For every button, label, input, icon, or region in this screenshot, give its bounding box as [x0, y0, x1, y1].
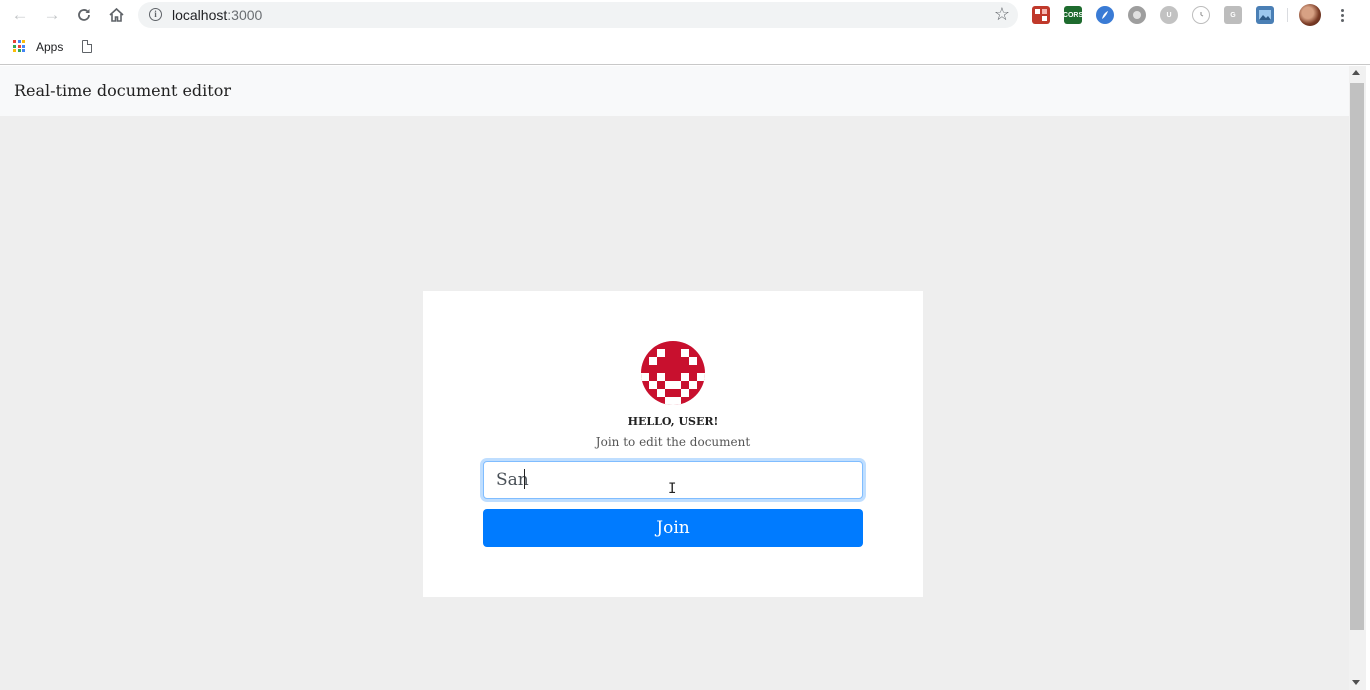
grid-extension-icon[interactable] — [1032, 6, 1050, 24]
timer-extension-icon[interactable] — [1192, 6, 1210, 24]
page-bookmark-icon[interactable] — [82, 40, 92, 53]
site-info-icon[interactable]: i — [149, 8, 162, 21]
toolbar-separator — [1287, 8, 1288, 22]
u-extension-icon[interactable]: U — [1160, 6, 1178, 24]
app-logo-icon — [641, 341, 705, 405]
scroll-up-arrow-icon[interactable] — [1352, 70, 1360, 75]
scrollbar-thumb[interactable] — [1350, 83, 1364, 630]
url-port: :3000 — [227, 7, 263, 23]
g-extension-icon[interactable]: G — [1224, 6, 1242, 24]
app-navbar: Real-time document editor — [0, 66, 1349, 116]
page-viewport: Real-time document editor HELLO, USER! J… — [0, 66, 1349, 690]
feather-extension-icon[interactable] — [1096, 6, 1114, 24]
text-caret — [524, 469, 525, 489]
u-extension-label: U — [1166, 11, 1172, 19]
apps-bookmark-label[interactable]: Apps — [36, 40, 63, 54]
text-cursor-icon: I — [668, 481, 677, 497]
apps-grid-icon[interactable] — [13, 40, 25, 52]
cors-extension-icon[interactable]: CORS — [1062, 6, 1084, 24]
navbar-brand[interactable]: Real-time document editor — [14, 81, 231, 100]
url-text: localhost:3000 — [172, 7, 262, 23]
join-button[interactable]: Join — [483, 509, 863, 547]
reload-icon[interactable] — [72, 4, 96, 26]
bookmark-star-icon[interactable]: ☆ — [994, 4, 1010, 25]
cors-extension-label: CORS — [1062, 11, 1084, 19]
join-card: HELLO, USER! Join to edit the document I… — [423, 291, 923, 597]
greeting-heading: HELLO, USER! — [627, 415, 719, 428]
address-bar[interactable]: i localhost:3000 ☆ — [138, 2, 1018, 28]
browser-menu-icon[interactable] — [1334, 4, 1350, 26]
home-icon[interactable] — [104, 4, 128, 26]
bookmarks-bar: Apps — [0, 31, 1370, 65]
circle-extension-icon[interactable] — [1128, 6, 1146, 24]
back-arrow-icon[interactable]: ← — [8, 4, 32, 26]
browser-toolbar: ← → i localhost:3000 ☆ CORS U G — [0, 0, 1370, 31]
image-extension-icon[interactable] — [1256, 6, 1274, 24]
scroll-down-arrow-icon[interactable] — [1352, 680, 1360, 685]
profile-avatar[interactable] — [1299, 4, 1321, 26]
forward-arrow-icon[interactable]: → — [40, 4, 64, 26]
url-host: localhost — [172, 7, 228, 23]
join-subtitle: Join to edit the document — [595, 435, 751, 449]
g-extension-label: G — [1230, 11, 1236, 19]
